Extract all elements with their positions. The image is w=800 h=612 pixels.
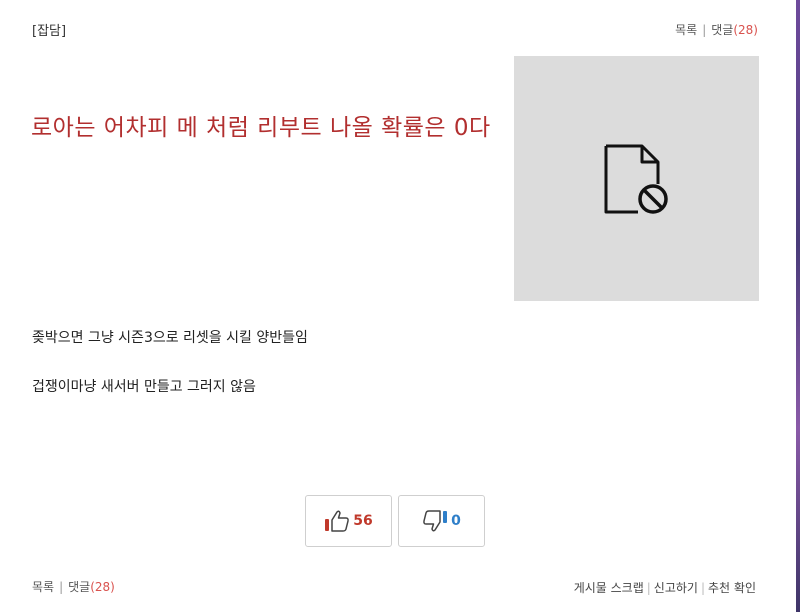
post-thumbnail[interactable]	[514, 56, 759, 301]
action-separator: |	[646, 581, 651, 595]
comments-link-bottom[interactable]: 댓글(28)	[68, 580, 115, 594]
action-separator: |	[700, 581, 706, 595]
downvote-count: 0	[451, 513, 461, 529]
list-link[interactable]: 목록	[675, 23, 697, 37]
comments-label: 댓글	[68, 580, 91, 594]
post-category: [잡담]	[32, 24, 67, 39]
post-body-line: 좆박으면 그냥 시즌3으로 리셋을 시킬 양반들임	[32, 330, 308, 346]
nav-separator: |	[702, 23, 707, 37]
top-nav-links: 목록 | 댓글(28)	[675, 21, 758, 38]
post-title: 로아는 어차피 메 처럼 리부트 나올 확률은 0다	[31, 115, 491, 141]
comments-link[interactable]: 댓글(28)	[711, 23, 758, 37]
report-link[interactable]: 신고하기	[654, 581, 698, 595]
downvote-button[interactable]: 0	[398, 495, 485, 547]
bottom-nav-links: 목록 | 댓글(28)	[32, 578, 115, 595]
recommend-check-link[interactable]: 추천 확인	[708, 581, 756, 595]
nav-separator: |	[59, 580, 64, 594]
thumbs-up-icon	[325, 510, 350, 532]
scrap-link[interactable]: 게시물 스크랩	[574, 581, 644, 595]
list-link-bottom[interactable]: 목록	[32, 580, 54, 594]
upvote-button[interactable]: 56	[305, 495, 392, 547]
post-body-line: 겁쟁이마냥 새서버 만들고 그러지 않음	[32, 379, 256, 395]
upvote-count: 56	[353, 513, 373, 529]
comments-label: 댓글	[711, 23, 734, 37]
file-blocked-icon	[604, 144, 668, 214]
thumbs-down-icon	[423, 510, 448, 532]
comment-count: (28)	[733, 23, 758, 37]
window-edge-decoration	[796, 0, 800, 612]
post-actions: 게시물 스크랩 | 신고하기 | 추천 확인	[574, 579, 756, 596]
comment-count: (28)	[90, 580, 115, 594]
